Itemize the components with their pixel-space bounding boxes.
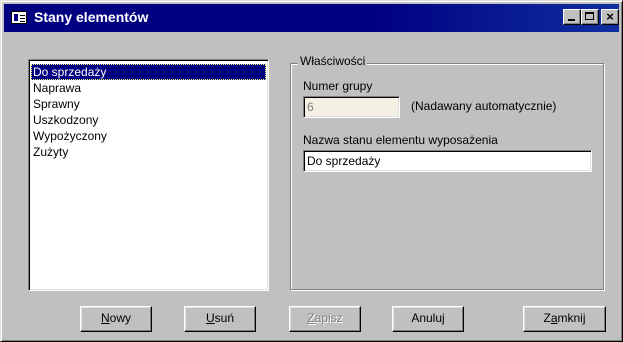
state-name-input[interactable]: Do sprzedaży	[303, 150, 592, 172]
group-number-label: Numer grupy	[303, 79, 373, 93]
cancel-button[interactable]: Anuluj	[392, 306, 464, 332]
close-icon[interactable]: ×	[601, 9, 619, 25]
save-button[interactable]: Zapisz	[289, 306, 361, 332]
maximize-icon[interactable]	[581, 9, 599, 25]
title-bar[interactable]: Stany elementów ×	[4, 4, 619, 32]
list-item[interactable]: Wypożyczony	[31, 128, 266, 144]
delete-button[interactable]: Usuń	[184, 306, 256, 332]
list-item[interactable]: Uszkodzony	[31, 112, 266, 128]
list-item[interactable]: Do sprzedaży	[31, 64, 266, 80]
states-listbox[interactable]: Do sprzedaży Naprawa Sprawny Uszkodzony …	[28, 59, 269, 291]
minimize-icon[interactable]	[563, 9, 581, 25]
properties-legend: Właściwości	[298, 54, 368, 68]
list-item[interactable]: Zużyty	[31, 144, 266, 160]
list-window-icon[interactable]	[11, 11, 27, 24]
state-name-label: Nazwa stanu elementu wyposażenia	[303, 133, 498, 147]
auto-assigned-note: (Nadawany automatycznie)	[411, 99, 557, 113]
group-number-field: 6	[303, 96, 400, 118]
window-title: Stany elementów	[34, 9, 149, 25]
dialog-window: Stany elementów × Do sprzedaży Naprawa S…	[0, 0, 623, 342]
list-item[interactable]: Naprawa	[31, 80, 266, 96]
close-button[interactable]: Zamknij	[523, 306, 606, 332]
new-button[interactable]: Nowy	[80, 306, 152, 332]
list-item[interactable]: Sprawny	[31, 96, 266, 112]
